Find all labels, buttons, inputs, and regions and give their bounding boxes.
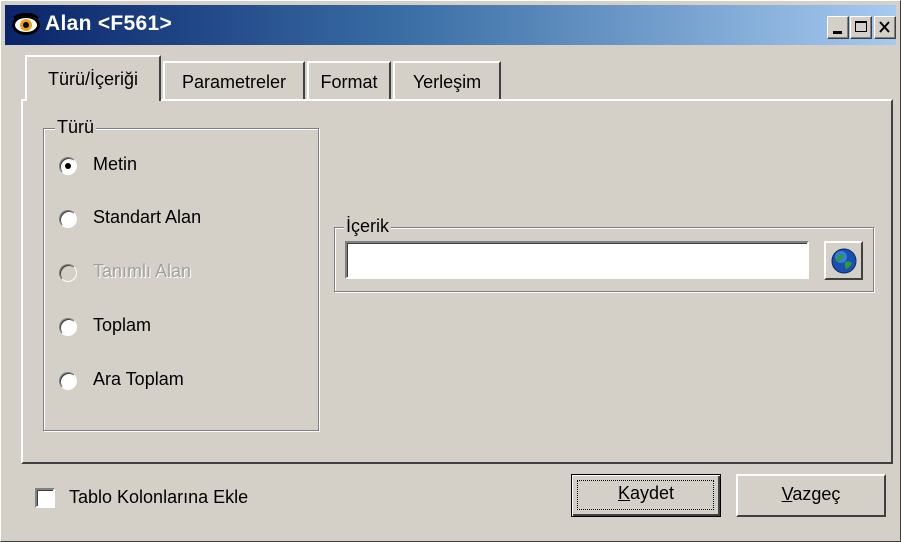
close-icon bbox=[879, 21, 890, 33]
cancel-accel: V bbox=[781, 484, 793, 504]
cancel-label-rest: azgeç bbox=[792, 484, 841, 504]
window-title: Alan <F561> bbox=[45, 12, 173, 35]
content-input[interactable] bbox=[345, 241, 809, 279]
radio-button[interactable] bbox=[59, 210, 77, 228]
tab-yerlesim[interactable]: Yerleşim bbox=[393, 61, 501, 99]
title-bar[interactable]: Alan <F561> bbox=[5, 5, 896, 45]
tab-label: Yerleşim bbox=[412, 72, 482, 92]
radio-button[interactable] bbox=[59, 318, 77, 336]
content-group-label: İçerik bbox=[344, 216, 392, 237]
minimize-icon bbox=[833, 31, 842, 34]
tab-parametreler[interactable]: Parametreler bbox=[163, 61, 305, 99]
type-group-label: Türü bbox=[55, 117, 97, 138]
globe-icon bbox=[831, 248, 857, 274]
focus-rect bbox=[577, 480, 714, 510]
eye-icon[interactable] bbox=[11, 12, 43, 37]
maximize-button[interactable] bbox=[850, 16, 872, 39]
minimize-button[interactable] bbox=[827, 16, 849, 39]
checkbox-label: Tablo Kolonlarına Ekle bbox=[69, 487, 249, 507]
radio-label: Standart Alan bbox=[93, 207, 202, 227]
cancel-button[interactable]: Vazgeç bbox=[736, 474, 886, 517]
tab-label: Format bbox=[320, 72, 378, 92]
radio-label: Toplam bbox=[93, 315, 152, 335]
tab-label: Türü/İçeriği bbox=[47, 69, 139, 89]
tab-turu-icerigi[interactable]: Türü/İçeriği bbox=[25, 55, 161, 105]
dialog-window: Alan <F561> Türü/İçeriği Parametreler Fo… bbox=[0, 0, 901, 542]
maximize-icon bbox=[855, 21, 867, 32]
radio-label: Ara Toplam bbox=[93, 369, 184, 389]
add-table-columns-checkbox[interactable] bbox=[35, 488, 55, 508]
radio-button bbox=[59, 264, 77, 282]
radio-button[interactable] bbox=[59, 157, 77, 175]
save-button[interactable]: Kaydet bbox=[571, 474, 721, 517]
globe-button[interactable] bbox=[824, 241, 863, 280]
tab-format[interactable]: Format bbox=[307, 61, 391, 99]
tab-label: Parametreler bbox=[181, 72, 287, 92]
radio-button[interactable] bbox=[59, 372, 77, 390]
close-button[interactable] bbox=[874, 16, 896, 39]
radio-label: Tanımlı Alan bbox=[93, 261, 192, 281]
radio-label: Metin bbox=[93, 154, 138, 174]
